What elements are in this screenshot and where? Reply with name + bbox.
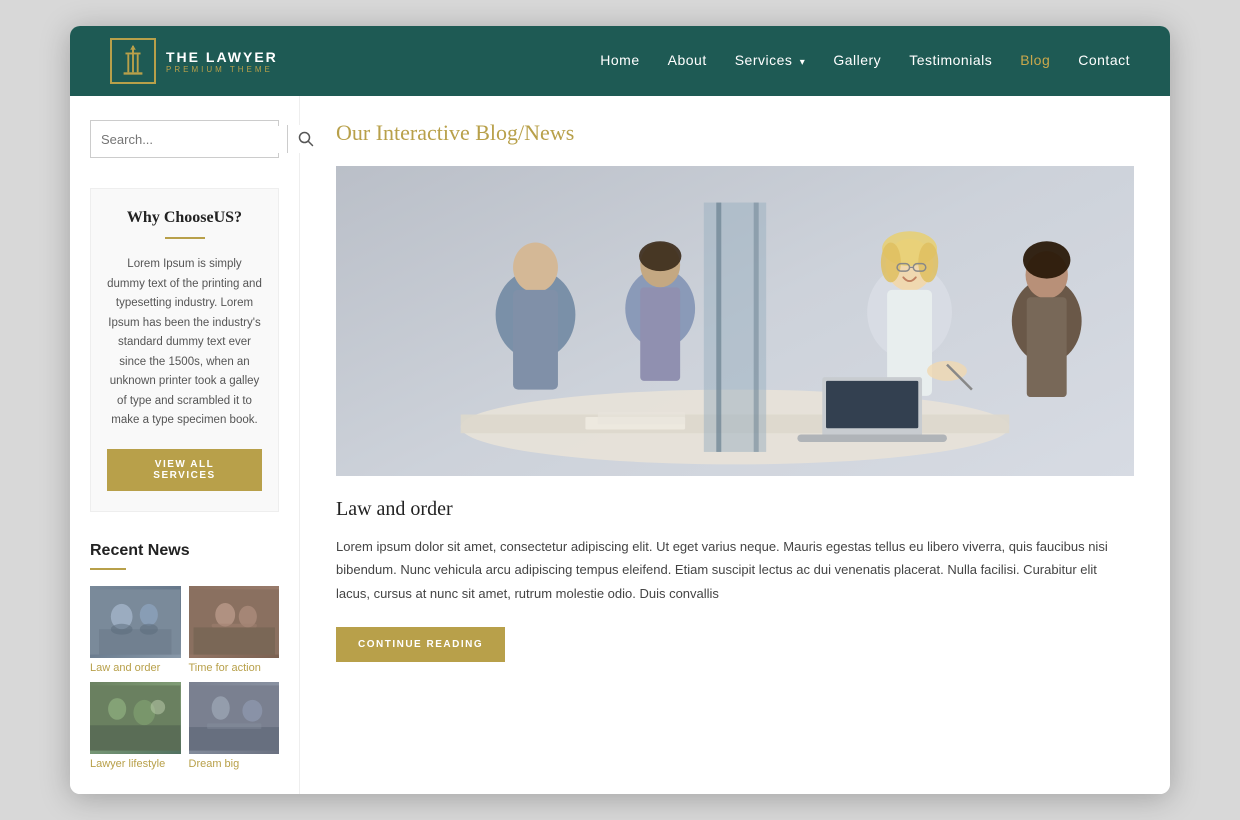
recent-news-divider [90,568,126,570]
news-item-3[interactable]: Lawyer lifestyle [90,682,181,770]
nav-bar: THE LAWYER PREMIUM THEME Home About Serv… [70,26,1170,96]
nav-item-gallery[interactable]: Gallery [833,52,881,70]
nav-link-blog[interactable]: Blog [1020,52,1050,68]
news-thumb-2 [189,586,280,658]
news-item-2-label: Time for action [189,662,280,674]
featured-image [336,166,1134,476]
main-blog: Our Interactive Blog/News [300,96,1170,794]
logo-icon [110,38,156,84]
why-choose-divider [165,237,205,239]
browser-window: THE LAWYER PREMIUM THEME Home About Serv… [70,26,1170,794]
view-all-services-button[interactable]: VIEW ALL SERVICES [107,449,262,491]
nav-link-about[interactable]: About [668,52,707,68]
nav-item-contact[interactable]: Contact [1078,52,1130,70]
recent-news-title: Recent News [90,542,279,560]
nav-item-blog[interactable]: Blog [1020,52,1050,70]
news-item-4[interactable]: Dream big [189,682,280,770]
news-item-2[interactable]: Time for action [189,586,280,674]
search-input[interactable] [91,126,287,153]
logo-title: THE LAWYER [166,49,278,65]
news-thumb-4 [189,682,280,754]
why-choose-title: Why ChooseUS? [107,209,262,227]
news-grid-row1: Law and order Time for ac [90,586,279,674]
nav-item-services[interactable]: Services ▾ [735,52,806,70]
why-choose-text: Lorem Ipsum is simply dummy text of the … [107,255,262,431]
news-item-4-label: Dream big [189,758,280,770]
logo[interactable]: THE LAWYER PREMIUM THEME [110,38,278,84]
blog-heading: Our Interactive Blog/News [336,120,1134,146]
nav-link-testimonials[interactable]: Testimonials [909,52,992,68]
nav-link-gallery[interactable]: Gallery [833,52,881,68]
news-item-3-label: Lawyer lifestyle [90,758,181,770]
article-title: Law and order [336,498,1134,521]
nav-item-about[interactable]: About [668,52,707,70]
content-area: Why ChooseUS? Lorem Ipsum is simply dumm… [70,96,1170,794]
recent-news-section: Recent News [90,542,279,770]
nav-item-home[interactable]: Home [600,52,639,70]
nav-item-testimonials[interactable]: Testimonials [909,52,992,70]
article-body: Lorem ipsum dolor sit amet, consectetur … [336,535,1134,605]
news-item-1[interactable]: Law and order [90,586,181,674]
nav-links: Home About Services ▾ Gallery Testimonia… [600,52,1130,70]
why-choose-box: Why ChooseUS? Lorem Ipsum is simply dumm… [90,188,279,512]
news-thumb-1 [90,586,181,658]
nav-link-services[interactable]: Services ▾ [735,52,806,68]
continue-reading-button[interactable]: CONTINUE READING [336,627,505,662]
logo-subtitle: PREMIUM THEME [166,65,278,74]
news-item-1-label: Law and order [90,662,181,674]
sidebar: Why ChooseUS? Lorem Ipsum is simply dumm… [70,96,300,794]
services-dropdown-arrow: ▾ [800,57,806,68]
nav-link-home[interactable]: Home [600,52,639,68]
news-thumb-3 [90,682,181,754]
search-box[interactable] [90,120,279,158]
nav-link-contact[interactable]: Contact [1078,52,1130,68]
logo-text: THE LAWYER PREMIUM THEME [166,49,278,74]
news-grid-row2: Lawyer lifestyle Dream bi [90,682,279,770]
